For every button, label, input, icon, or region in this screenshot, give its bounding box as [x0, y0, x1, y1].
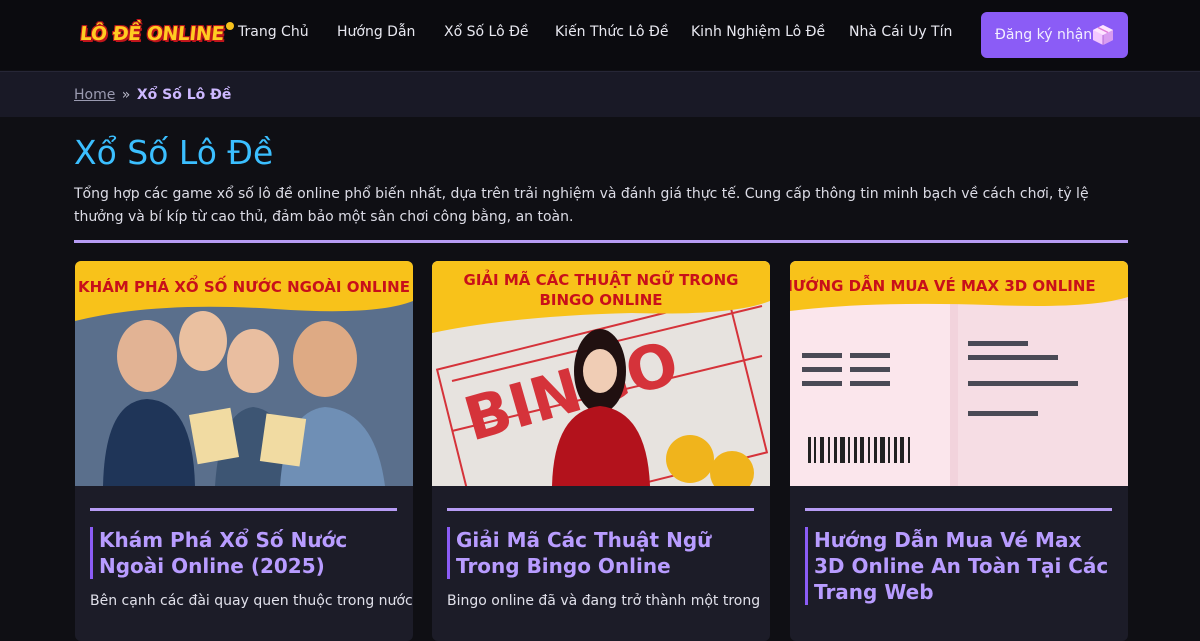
thumbnail-image: BINGO GIẢI MÃ CÁC THUẬT NGỮ TRONG BINGO … — [432, 261, 770, 486]
logo-ball-icon — [225, 22, 234, 30]
banner-text: KHÁM PHÁ XỔ SỐ NƯỚC NGOÀI ONLINE — [78, 274, 410, 296]
nav-item-huong-dan[interactable]: Hướng Dẫn — [337, 24, 415, 40]
breadcrumb-home-link[interactable]: Home — [74, 87, 115, 103]
gift-box-icon — [1093, 25, 1113, 45]
nav-item-kinh-nghiem-lo-de[interactable]: Kinh Nghiệm Lô Đề — [691, 24, 825, 40]
site-header: LÔ ĐỀ ONLINE Trang Chủ Hướng Dẫn Xổ Số L… — [0, 0, 1200, 70]
breadcrumb: Home » Xổ Số Lô Đề — [74, 87, 231, 103]
section-divider — [74, 240, 1128, 243]
article-thumbnail[interactable]: KHÁM PHÁ XỔ SỐ NƯỚC NGOÀI ONLINE — [75, 261, 413, 486]
thumbnail-image: HƯỚNG DẪN MUA VÉ MAX 3D ONLINE — [790, 261, 1128, 486]
article-card[interactable]: KHÁM PHÁ XỔ SỐ NƯỚC NGOÀI ONLINE Khám Ph… — [75, 261, 413, 641]
card-divider — [90, 508, 397, 511]
breadcrumb-separator: » — [121, 87, 131, 103]
nav-item-xo-so-lo-de[interactable]: Xổ Số Lô Đề — [444, 24, 529, 40]
article-title-link[interactable]: Hướng Dẫn Mua Vé Max 3D Online An Toàn T… — [805, 527, 1115, 605]
card-divider — [805, 508, 1112, 511]
article-card[interactable]: HƯỚNG DẪN MUA VÉ MAX 3D ONLINE Hướng Dẫn… — [790, 261, 1128, 641]
article-title-link[interactable]: Giải Mã Các Thuật Ngữ Trong Bingo Online — [447, 527, 757, 579]
banner-text: HƯỚNG DẪN MUA VÉ MAX 3D ONLINE — [790, 274, 1096, 295]
nav-item-nha-cai-uy-tin[interactable]: Nhà Cái Uy Tín — [849, 24, 952, 40]
article-card[interactable]: BINGO GIẢI MÃ CÁC THUẬT NGỮ TRONG BINGO … — [432, 261, 770, 641]
card-divider — [447, 508, 754, 511]
nav-item-trang-chu[interactable]: Trang Chủ — [238, 24, 309, 40]
article-excerpt: Bingo online đã và đang trở thành một tr… — [447, 593, 761, 609]
page-intro: Tổng hợp các game xổ số lô đề online phổ… — [74, 186, 1089, 225]
thumbnail-image: KHÁM PHÁ XỔ SỐ NƯỚC NGOÀI ONLINE — [75, 261, 413, 486]
banner-text: BINGO ONLINE — [539, 291, 662, 309]
site-logo[interactable]: LÔ ĐỀ ONLINE — [78, 18, 234, 50]
register-button[interactable]: Đăng ký nhận — [981, 12, 1128, 58]
article-thumbnail[interactable]: BINGO GIẢI MÃ CÁC THUẬT NGỮ TRONG BINGO … — [432, 261, 770, 486]
breadcrumb-bar: Home » Xổ Số Lô Đề — [0, 71, 1200, 117]
breadcrumb-current: Xổ Số Lô Đề — [136, 87, 232, 103]
banner-text: GIẢI MÃ CÁC THUẬT NGỮ TRONG — [464, 268, 739, 289]
article-title-link[interactable]: Khám Phá Xổ Số Nước Ngoài Online (2025) — [90, 527, 400, 579]
page-title: Xổ Số Lô Đề — [74, 133, 274, 172]
article-excerpt: Bên cạnh các đài quay quen thuộc trong n… — [90, 593, 413, 609]
register-button-label: Đăng ký nhận — [995, 27, 1093, 43]
article-thumbnail[interactable]: HƯỚNG DẪN MUA VÉ MAX 3D ONLINE — [790, 261, 1128, 486]
logo-text: LÔ ĐỀ ONLINE — [78, 23, 225, 45]
nav-item-kien-thuc-lo-de[interactable]: Kiến Thức Lô Đề — [555, 24, 668, 40]
